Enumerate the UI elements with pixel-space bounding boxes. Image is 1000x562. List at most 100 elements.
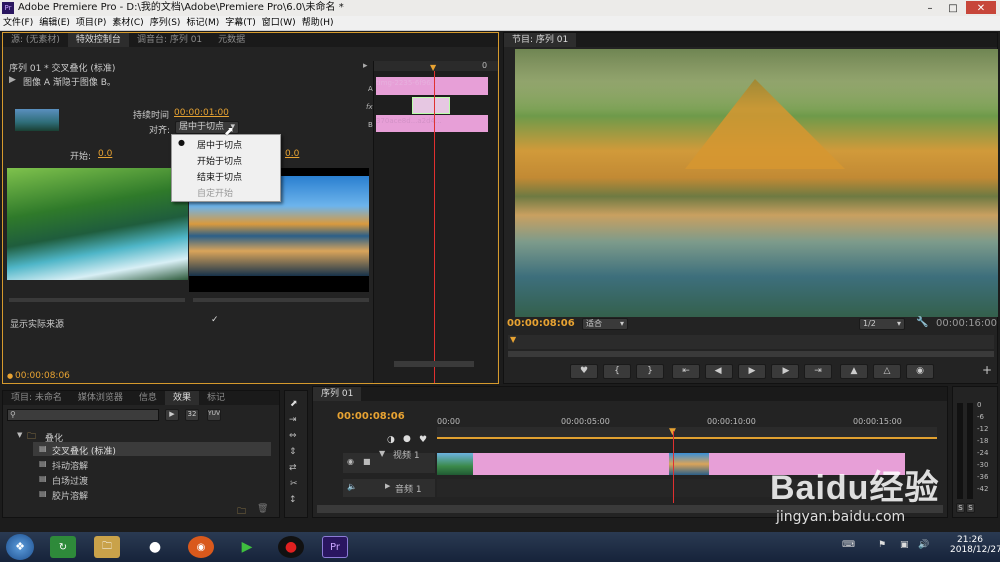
slip-tool-icon[interactable]: ↕ (289, 495, 297, 505)
export-frame-icon[interactable]: ◉ (906, 364, 934, 379)
menu-sequence[interactable]: 序列(S) (147, 16, 184, 30)
tab-markers[interactable]: 标记 (199, 391, 233, 405)
end-value[interactable]: 0.0 (285, 149, 299, 159)
step-forward-icon[interactable]: ▶ (771, 364, 799, 379)
play-transition-icon[interactable]: ▶ (9, 75, 16, 85)
razor-tool-icon[interactable]: ✂ (290, 479, 298, 489)
tab-media-browser[interactable]: 媒体浏览器 (70, 391, 131, 405)
track-select-tool-icon[interactable]: ⇥ (289, 415, 297, 425)
add-marker-icon[interactable]: ♥ (419, 435, 427, 445)
mini-clip-b[interactable]: 370ace8d...a2d4... (376, 115, 488, 132)
mark-in-icon[interactable]: { (603, 364, 631, 379)
mini-clip-a[interactable]: timg-2235-6f96... (376, 77, 488, 95)
program-ruler[interactable] (508, 335, 994, 349)
show-source-checkbox[interactable]: ✓ (211, 315, 219, 325)
program-playhead-icon[interactable]: ▼ (510, 335, 516, 344)
timeline-ruler[interactable] (437, 427, 937, 439)
menu-title[interactable]: 字幕(T) (222, 16, 259, 30)
effect-current-time[interactable]: 00:00:08:06 (15, 371, 70, 381)
tray-clock[interactable]: 21:26 2018/12/27 (950, 535, 1000, 555)
mini-timeline-scrollbar[interactable] (394, 361, 474, 367)
tray-network-icon[interactable]: ▣ (900, 540, 909, 550)
start-value[interactable]: 0.0 (98, 149, 112, 159)
lock-icon[interactable]: ■ (363, 457, 371, 466)
selection-tool-icon[interactable]: ⬈ (290, 399, 298, 409)
taskbar-camtasia-icon[interactable]: ▶ (234, 536, 260, 558)
menu-marker[interactable]: 标记(M) (183, 16, 222, 30)
mark-out-icon[interactable]: } (636, 364, 664, 379)
yuv-effects-icon[interactable]: YUV (207, 409, 221, 421)
add-button-icon[interactable]: + (982, 363, 992, 377)
delete-icon[interactable]: 🗑 (257, 504, 268, 514)
preview-b-scrubber[interactable] (193, 298, 369, 302)
tray-flag-icon[interactable]: ⚑ (878, 540, 886, 550)
mini-transition-block[interactable] (412, 97, 450, 114)
add-marker-icon[interactable]: ♥ (570, 364, 598, 379)
menu-help[interactable]: 帮助(H) (299, 16, 337, 30)
menu-edit[interactable]: 编辑(E) (36, 16, 73, 30)
tab-audio-mixer[interactable]: 调音台: 序列 01 (129, 33, 210, 47)
preview-a-scrubber[interactable] (9, 298, 185, 302)
timeline-current-time[interactable]: 00:00:08:06 (337, 411, 405, 422)
tab-effect-controls[interactable]: 特效控制台 (67, 33, 129, 47)
lift-icon[interactable]: ▲ (840, 364, 868, 379)
rate-stretch-tool-icon[interactable]: ⇄ (289, 463, 297, 473)
resolution-select[interactable]: 1/2 ▾ (859, 318, 905, 330)
tab-project[interactable]: 项目: 未命名 (3, 391, 70, 405)
menu-clip[interactable]: 素材(C) (109, 16, 146, 30)
effect-item-3[interactable]: 胶片溶解 (52, 489, 88, 502)
menu-window[interactable]: 窗口(W) (259, 16, 299, 30)
program-current-time[interactable]: 00:00:08:06 (507, 318, 575, 329)
rolling-edit-tool-icon[interactable]: ⇕ (289, 447, 297, 457)
duration-value[interactable]: 00:00:01:00 (174, 108, 229, 118)
go-to-in-icon[interactable]: ⇤ (672, 364, 700, 379)
eye-icon[interactable]: ◉ (347, 457, 354, 466)
taskbar-premiere-icon[interactable]: Pr (322, 536, 348, 558)
ripple-edit-tool-icon[interactable]: ⇔ (289, 431, 297, 441)
tab-program[interactable]: 节目: 序列 01 (504, 33, 577, 47)
folder-expand-icon[interactable]: ▼ (17, 431, 22, 439)
tab-source[interactable]: 源: (无素材) (3, 33, 68, 47)
go-to-out-icon[interactable]: ⇥ (804, 364, 832, 379)
audio-track-expand-icon[interactable]: ▶ (385, 482, 390, 490)
dropdown-option-start[interactable]: 开始于切点 (197, 154, 242, 167)
play-icon[interactable]: ▶ (738, 364, 766, 379)
clip-a[interactable] (473, 453, 669, 475)
clip-b-thumbnail[interactable] (669, 453, 709, 475)
taskbar-qq-icon[interactable]: ● (142, 536, 168, 558)
video-track-expand-icon[interactable]: ▼ (379, 449, 385, 458)
dropdown-option-center[interactable]: 居中于切点 (197, 138, 242, 151)
taskbar-firefox-icon[interactable]: ◉ (188, 536, 214, 558)
tab-sequence[interactable]: 序列 01 (313, 387, 362, 401)
program-zoom-bar[interactable] (508, 351, 994, 357)
start-button[interactable]: ❖ (6, 534, 34, 560)
extract-icon[interactable]: △ (873, 364, 901, 379)
speaker-icon[interactable]: 🔈 (347, 482, 357, 491)
menu-project[interactable]: 项目(P) (73, 16, 109, 30)
fit-select[interactable]: 适合 ▾ (582, 318, 628, 330)
wrench-icon[interactable]: 🔧 (916, 317, 928, 328)
effect-item-2[interactable]: 白场过渡 (52, 474, 88, 487)
taskbar-record-icon[interactable]: ● (278, 536, 304, 558)
snap-icon[interactable]: ◑ (387, 435, 395, 445)
clip-a-thumbnail[interactable] (437, 453, 473, 475)
maximize-icon[interactable]: □ (943, 1, 963, 14)
menu-file[interactable]: 文件(F) (0, 16, 36, 30)
effect-item-0[interactable]: 交叉叠化 (标准) (52, 444, 116, 457)
32bit-effects-icon[interactable]: 32 (185, 409, 199, 421)
taskbar-explorer-icon[interactable]: 🗀 (94, 536, 120, 558)
new-bin-icon[interactable]: 🗀 (237, 504, 246, 520)
minimize-icon[interactable]: – (920, 1, 940, 14)
tray-keyboard-icon[interactable]: ⌨ (842, 540, 855, 550)
tray-volume-icon[interactable]: 🔊 (918, 540, 929, 550)
tab-metadata[interactable]: 元数据 (210, 33, 253, 47)
dropdown-option-end[interactable]: 结束于切点 (197, 170, 242, 183)
tab-effects[interactable]: 效果 (164, 391, 199, 405)
solo-right-button[interactable]: S (966, 503, 975, 513)
set-marker-icon[interactable]: ● (403, 434, 411, 444)
accelerated-effects-icon[interactable]: ▶ (165, 409, 179, 421)
effect-item-1[interactable]: 抖动溶解 (52, 459, 88, 472)
close-icon[interactable]: ✕ (966, 1, 996, 14)
step-back-icon[interactable]: ◀ (705, 364, 733, 379)
panel-menu-arrow-icon[interactable]: ▸ (363, 61, 368, 71)
